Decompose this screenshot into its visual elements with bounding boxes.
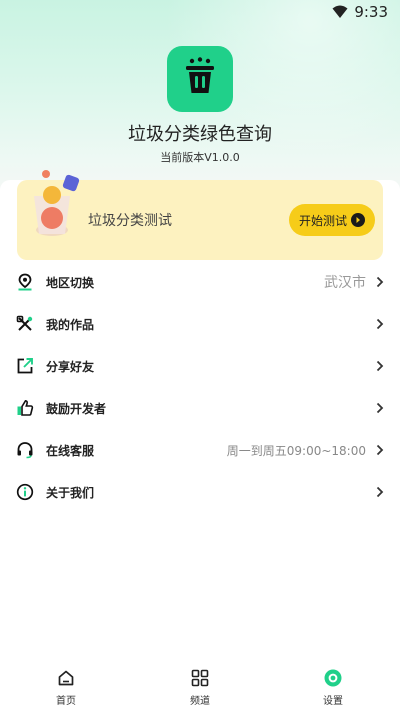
menu-item-encourage[interactable]: 鼓励开发者 xyxy=(0,387,400,429)
menu-item-label: 地区切换 xyxy=(46,275,95,290)
menu-item-my-works[interactable]: 我的作品 xyxy=(0,303,400,345)
tab-home[interactable]: 首页 xyxy=(26,660,106,711)
arrow-right-icon xyxy=(351,213,365,227)
app-version: 当前版本V1.0.0 xyxy=(160,151,240,164)
menu-item-label: 鼓励开发者 xyxy=(46,401,107,416)
tab-channel[interactable]: 频道 xyxy=(160,660,240,711)
menu-item-value: 武汉市 xyxy=(324,275,366,291)
start-test-label: 开始测试 xyxy=(298,213,347,228)
menu-item-label: 分享好友 xyxy=(46,359,95,374)
info-icon xyxy=(16,483,34,501)
menu-item-label: 关于我们 xyxy=(46,485,95,500)
banner-title: 垃圾分类测试 xyxy=(88,213,172,229)
tab-label: 频道 xyxy=(190,696,210,707)
grid-icon xyxy=(191,669,209,687)
thumbs-up-icon xyxy=(16,399,34,417)
app-name: 垃圾分类绿色查询 xyxy=(128,124,272,145)
menu-item-label: 我的作品 xyxy=(46,317,95,332)
settings-icon xyxy=(324,669,342,687)
menu-item-label: 在线客服 xyxy=(46,443,95,458)
tab-label: 设置 xyxy=(323,696,343,707)
chevron-right-icon xyxy=(374,276,386,288)
status-bar: 9:33 xyxy=(0,0,400,24)
status-time: 9:33 xyxy=(354,3,388,21)
home-icon xyxy=(57,669,75,687)
location-pin-icon xyxy=(16,273,34,291)
trash-bin-icon xyxy=(180,57,220,101)
garbage-illustration xyxy=(30,168,90,248)
menu-item-value: 周一到周五09:00~18:00 xyxy=(226,443,366,458)
chevron-right-icon xyxy=(374,402,386,414)
start-test-button[interactable]: 开始测试 xyxy=(289,204,375,236)
menu-item-region[interactable]: 地区切换 武汉市 xyxy=(0,261,400,303)
chevron-right-icon xyxy=(374,444,386,456)
tab-label: 首页 xyxy=(56,696,76,707)
menu-item-about[interactable]: 关于我们 xyxy=(0,471,400,513)
chevron-right-icon xyxy=(374,360,386,372)
menu-item-share[interactable]: 分享好友 xyxy=(0,345,400,387)
headset-icon xyxy=(16,441,34,459)
share-icon xyxy=(16,357,34,375)
tools-icon xyxy=(16,315,34,333)
wifi-icon xyxy=(332,5,348,19)
tab-settings[interactable]: 设置 xyxy=(293,660,373,711)
chevron-right-icon xyxy=(374,486,386,498)
bottom-tab-bar: 首页 频道 设置 xyxy=(0,660,400,711)
menu-item-customer-service[interactable]: 在线客服 周一到周五09:00~18:00 xyxy=(0,429,400,471)
chevron-right-icon xyxy=(374,318,386,330)
app-logo xyxy=(167,46,233,112)
